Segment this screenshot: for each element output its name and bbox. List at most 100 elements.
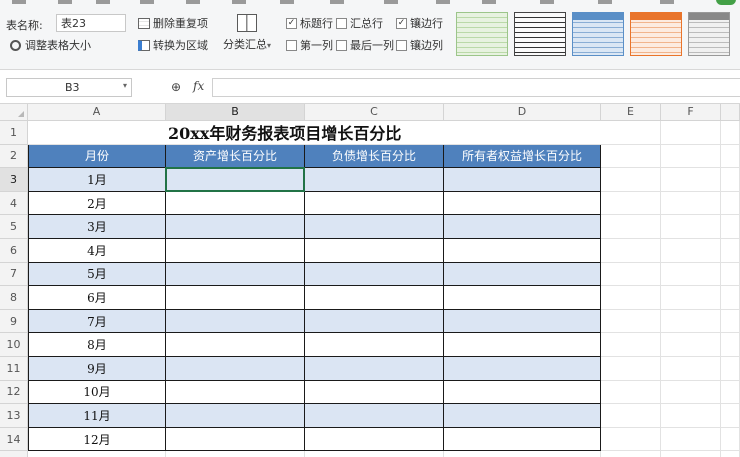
data-cell[interactable] <box>444 262 601 287</box>
empty-cell[interactable] <box>661 309 721 334</box>
row-header-10[interactable]: 10 <box>0 333 28 357</box>
month-cell[interactable]: 3月 <box>28 215 166 239</box>
empty-cell[interactable] <box>601 451 661 457</box>
sheet-title[interactable]: 20xx年财务报表项目增长百分比 <box>28 121 601 145</box>
select-all-corner[interactable] <box>0 104 28 121</box>
data-cell[interactable] <box>166 427 305 452</box>
resize-table-button[interactable]: 调整表格大小 <box>10 38 91 52</box>
data-cell[interactable] <box>305 427 444 452</box>
data-cell[interactable] <box>444 286 601 310</box>
table-style-green[interactable] <box>456 12 508 56</box>
option-total-row[interactable]: 汇总行 <box>336 16 383 30</box>
month-cell[interactable]: 10月 <box>28 380 166 405</box>
data-cell[interactable] <box>444 333 601 357</box>
month-cell[interactable]: 8月 <box>28 333 166 357</box>
data-cell[interactable] <box>444 309 601 334</box>
zoom-icon[interactable]: ⊕ <box>171 80 181 94</box>
data-cell[interactable] <box>305 309 444 334</box>
empty-cell[interactable] <box>305 451 444 457</box>
month-cell[interactable]: 1月 <box>28 168 166 192</box>
empty-cell[interactable] <box>721 380 740 405</box>
row-header-5[interactable]: 5 <box>0 215 28 239</box>
empty-cell[interactable] <box>601 380 661 405</box>
table-header-cell[interactable]: 负债增长百分比 <box>305 144 444 169</box>
data-cell[interactable] <box>166 191 305 216</box>
empty-cell[interactable] <box>661 168 721 192</box>
table-header-cell[interactable]: 资产增长百分比 <box>166 144 305 169</box>
name-box[interactable]: B3 ▾ <box>6 78 132 97</box>
last-column-checkbox[interactable] <box>336 39 347 51</box>
option-header-row[interactable]: ✓ 标题行 <box>286 16 333 30</box>
row-header-6[interactable]: 6 <box>0 239 28 263</box>
month-cell[interactable]: 7月 <box>28 309 166 334</box>
table-style-orange[interactable] <box>630 12 682 56</box>
table-header-cell[interactable]: 所有者权益增长百分比 <box>444 144 601 169</box>
option-banded-rows[interactable]: ✓ 镶边行 <box>396 16 443 30</box>
data-cell[interactable] <box>166 357 305 381</box>
column-header-f[interactable]: F <box>661 104 721 121</box>
month-cell[interactable]: 5月 <box>28 262 166 287</box>
cell-g1[interactable] <box>721 121 740 145</box>
empty-cell[interactable] <box>721 262 740 287</box>
remove-duplicates-button[interactable]: 删除重复项 <box>138 16 208 30</box>
month-cell[interactable]: 4月 <box>28 239 166 263</box>
data-cell[interactable] <box>444 427 601 452</box>
chevron-down-icon[interactable]: ▾ <box>123 81 127 90</box>
empty-cell[interactable] <box>444 451 601 457</box>
cell-e1[interactable] <box>601 121 661 145</box>
column-header-d[interactable]: D <box>444 104 601 121</box>
option-banded-columns[interactable]: 镶边列 <box>396 38 443 52</box>
cell-f2[interactable] <box>661 144 721 169</box>
subtotal-button[interactable]: 分类汇总▾ <box>222 14 272 60</box>
data-cell[interactable] <box>305 380 444 405</box>
option-last-column[interactable]: 最后一列 <box>336 38 394 52</box>
month-cell[interactable]: 11月 <box>28 404 166 428</box>
empty-cell[interactable] <box>721 215 740 239</box>
data-cell[interactable] <box>305 239 444 263</box>
empty-cell[interactable] <box>601 333 661 357</box>
data-cell[interactable] <box>444 239 601 263</box>
banded-rows-checkbox[interactable]: ✓ <box>396 17 407 29</box>
data-cell[interactable] <box>166 333 305 357</box>
row-header-7[interactable]: 7 <box>0 262 28 287</box>
empty-cell[interactable] <box>601 404 661 428</box>
empty-cell[interactable] <box>721 333 740 357</box>
column-header-b[interactable]: B <box>166 104 305 121</box>
header-row-checkbox[interactable]: ✓ <box>286 17 297 29</box>
empty-cell[interactable] <box>661 262 721 287</box>
empty-cell[interactable] <box>661 191 721 216</box>
empty-cell[interactable] <box>661 404 721 428</box>
row-header-13[interactable]: 13 <box>0 404 28 428</box>
data-cell[interactable] <box>166 380 305 405</box>
data-cell[interactable] <box>305 168 444 192</box>
convert-to-range-button[interactable]: 转换为区域 <box>138 38 208 52</box>
table-style-dark[interactable] <box>514 12 566 56</box>
row-header-3[interactable]: 3 <box>0 168 28 192</box>
fx-icon[interactable]: fx <box>193 79 204 93</box>
share-button[interactable] <box>716 0 736 5</box>
empty-cell[interactable] <box>601 168 661 192</box>
data-cell[interactable] <box>305 333 444 357</box>
empty-cell[interactable] <box>601 309 661 334</box>
column-header-a[interactable]: A <box>28 104 166 121</box>
row-header-14[interactable]: 14 <box>0 427 28 452</box>
month-cell[interactable]: 12月 <box>28 427 166 452</box>
table-style-blue[interactable] <box>572 12 624 56</box>
empty-cell[interactable] <box>601 239 661 263</box>
data-cell[interactable] <box>444 357 601 381</box>
data-cell[interactable] <box>166 286 305 310</box>
data-cell[interactable] <box>305 215 444 239</box>
data-cell[interactable] <box>444 191 601 216</box>
empty-cell[interactable] <box>721 239 740 263</box>
row-header-15[interactable]: 15 <box>0 451 28 457</box>
data-cell[interactable] <box>444 215 601 239</box>
empty-cell[interactable] <box>601 262 661 287</box>
first-column-checkbox[interactable] <box>286 39 297 51</box>
column-header-e[interactable]: E <box>601 104 661 121</box>
month-cell[interactable]: 2月 <box>28 191 166 216</box>
cell-f1[interactable] <box>661 121 721 145</box>
data-cell[interactable] <box>166 262 305 287</box>
data-cell[interactable] <box>305 357 444 381</box>
row-header-1[interactable]: 1 <box>0 121 28 145</box>
empty-cell[interactable] <box>601 215 661 239</box>
